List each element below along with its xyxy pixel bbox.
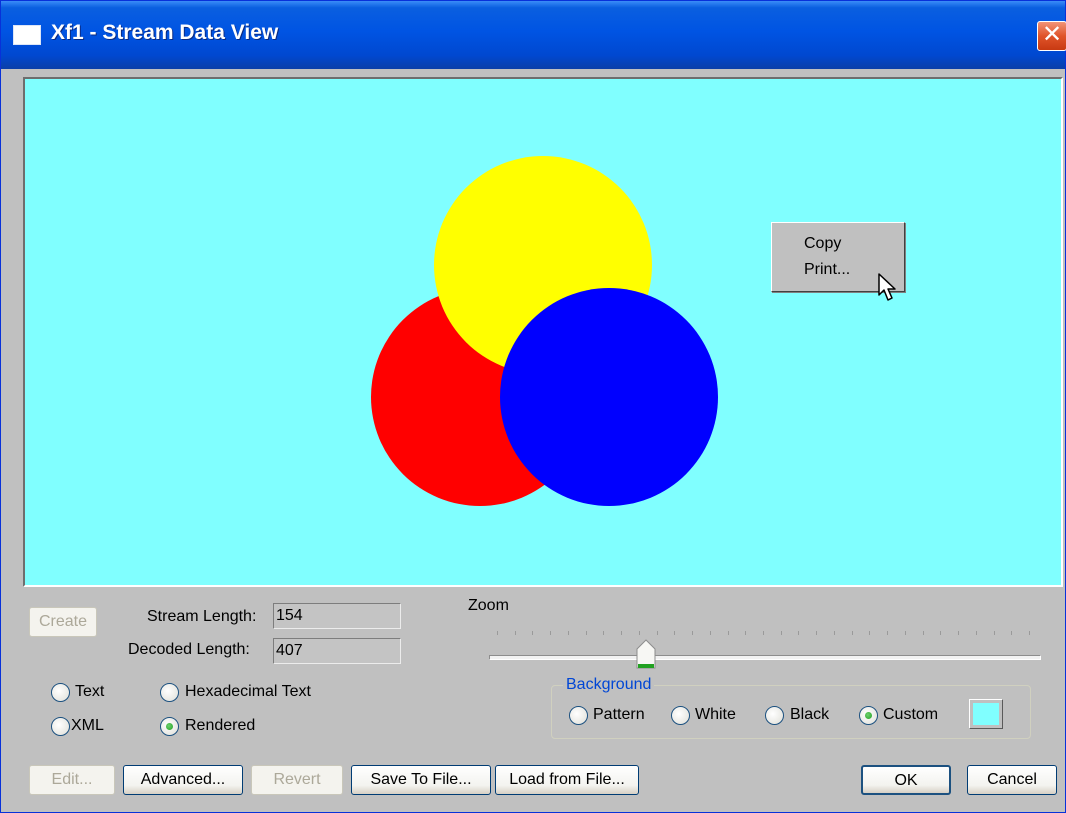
- zoom-tick: [869, 631, 871, 635]
- load-from-file-button[interactable]: Load from File...: [495, 765, 639, 795]
- radio-xml-label: XML: [71, 717, 104, 734]
- context-menu-print[interactable]: Print...: [804, 259, 850, 281]
- close-button[interactable]: ✕: [1037, 21, 1066, 51]
- mouse-pointer-icon: [878, 273, 896, 301]
- zoom-tick: [514, 631, 516, 635]
- ok-button[interactable]: OK: [861, 765, 951, 795]
- zoom-tick: [1029, 631, 1030, 635]
- radio-xml[interactable]: [51, 717, 70, 736]
- context-menu-copy[interactable]: Copy: [804, 233, 841, 255]
- radio-white-label: White: [695, 706, 736, 723]
- render-canvas[interactable]: Copy Print...: [23, 77, 1063, 587]
- radio-pattern-label: Pattern: [593, 706, 645, 723]
- blue-circle: [500, 288, 718, 506]
- window-title: Xf1 - Stream Data View: [51, 21, 279, 44]
- radio-black[interactable]: [765, 706, 784, 725]
- zoom-tick: [692, 631, 694, 635]
- title-bar[interactable]: Xf1 - Stream Data View ✕: [1, 1, 1066, 69]
- zoom-tick: [709, 631, 711, 635]
- zoom-tick: [993, 631, 995, 635]
- decoded-length-field[interactable]: 407: [273, 638, 401, 664]
- create-button[interactable]: Create: [29, 607, 97, 637]
- zoom-tick: [497, 631, 498, 635]
- zoom-tick: [816, 631, 818, 635]
- zoom-tick: [958, 631, 960, 635]
- radio-text[interactable]: [51, 683, 70, 702]
- radio-black-label: Black: [790, 706, 830, 723]
- advanced-button[interactable]: Advanced...: [123, 765, 243, 795]
- radio-custom-label: Custom: [883, 706, 939, 723]
- zoom-tick: [851, 631, 853, 635]
- custom-color-button[interactable]: [969, 699, 1003, 729]
- render-svg: [371, 156, 718, 506]
- radio-hexadecimal-text[interactable]: [160, 683, 179, 702]
- zoom-tick: [780, 631, 782, 635]
- zoom-tick: [887, 631, 889, 635]
- zoom-slider-track[interactable]: [489, 655, 1041, 660]
- zoom-tick: [975, 631, 977, 635]
- zoom-tick: [550, 631, 552, 635]
- background-group-label: Background: [563, 676, 655, 694]
- zoom-tick: [656, 631, 658, 635]
- zoom-tick: [745, 631, 747, 635]
- zoom-tick: [763, 631, 764, 635]
- zoom-tick: [833, 631, 835, 635]
- zoom-tick: [1011, 631, 1013, 635]
- zoom-tick: [922, 631, 924, 635]
- zoom-tick: [904, 631, 906, 635]
- zoom-tick: [674, 631, 676, 635]
- window-icon: [13, 25, 41, 45]
- radio-text-label: Text: [75, 683, 105, 700]
- cancel-button[interactable]: Cancel: [967, 765, 1057, 795]
- radio-rendered-label: Rendered: [185, 717, 256, 734]
- zoom-tick: [621, 631, 623, 635]
- radio-rendered[interactable]: [160, 717, 179, 736]
- zoom-tick: [638, 631, 640, 635]
- stream-data-view-dialog: Xf1 - Stream Data View ✕ Copy Print... C…: [0, 0, 1066, 813]
- stream-length-label: Stream Length:: [147, 608, 257, 625]
- zoom-tick: [532, 631, 534, 635]
- revert-button[interactable]: Revert: [251, 765, 343, 795]
- zoom-tick: [727, 631, 729, 635]
- edit-button[interactable]: Edit...: [29, 765, 115, 795]
- radio-custom[interactable]: [859, 706, 878, 725]
- save-to-file-button[interactable]: Save To File...: [351, 765, 491, 795]
- radio-selected-dot: [865, 712, 872, 719]
- zoom-tick: [567, 631, 569, 635]
- zoom-label: Zoom: [468, 597, 509, 614]
- zoom-tick: [603, 631, 605, 635]
- zoom-tick: [940, 631, 942, 635]
- decoded-length-label: Decoded Length:: [128, 641, 250, 658]
- zoom-tick: [798, 631, 800, 635]
- zoom-tick: [585, 631, 587, 635]
- radio-hexadecimal-text-label: Hexadecimal Text: [185, 683, 311, 700]
- radio-pattern[interactable]: [569, 706, 588, 725]
- radio-selected-dot: [166, 723, 173, 730]
- zoom-slider-thumb[interactable]: [636, 639, 656, 669]
- radio-white[interactable]: [671, 706, 690, 725]
- stream-length-field[interactable]: 154: [273, 603, 401, 629]
- custom-color-swatch: [973, 703, 999, 725]
